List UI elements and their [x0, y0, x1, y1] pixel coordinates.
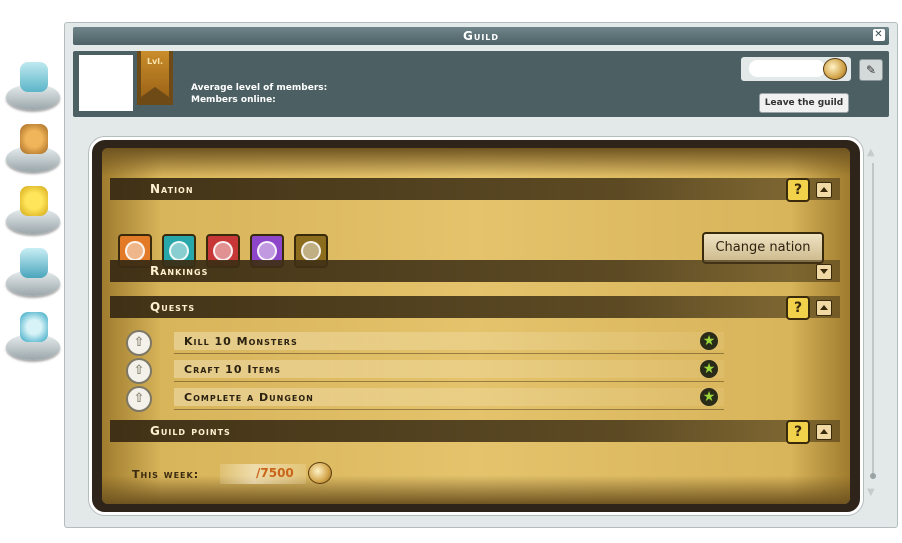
members-online-label: Members online:: [191, 95, 276, 105]
this-week-value: /7500: [256, 466, 294, 480]
haven-world-icon: [20, 312, 48, 342]
parchment-background: Nation ? Change nation Rankings Quests ?…: [102, 148, 850, 504]
scroll-up-icon[interactable]: ▲: [867, 147, 879, 159]
level-label: Lvl.: [146, 57, 164, 66]
guild-emblem: [79, 55, 133, 111]
quest-name: Kill 10 Monsters: [184, 335, 298, 348]
close-icon[interactable]: ✕: [873, 29, 885, 41]
side-tab-haven[interactable]: [4, 306, 64, 364]
guild-emblem-icon: [20, 248, 48, 278]
members-icon: [20, 124, 48, 154]
rankings-expand-icon[interactable]: [816, 264, 832, 280]
nation-collapse-icon[interactable]: [816, 182, 832, 198]
star-icon: ★: [700, 360, 718, 378]
pencil-icon[interactable]: ✎: [859, 59, 883, 81]
quests-help-icon[interactable]: ?: [786, 296, 810, 320]
quest-row[interactable]: ⇧ Craft 10 Items ★: [126, 358, 726, 384]
side-tab-members[interactable]: [4, 118, 64, 176]
guild-points-title: Guild points: [150, 424, 231, 438]
star-icon: ★: [700, 388, 718, 406]
stars-icon: [20, 186, 48, 216]
quest-name: Craft 10 Items: [184, 363, 282, 376]
points-field: [749, 60, 825, 77]
quests-collapse-icon[interactable]: [816, 300, 832, 316]
level-banner: Lvl.: [137, 51, 173, 105]
quest-arrow-icon[interactable]: ⇧: [126, 330, 152, 356]
nation-help-icon[interactable]: ?: [786, 178, 810, 202]
guild-points-collapse-icon[interactable]: [816, 424, 832, 440]
scroll-down-icon[interactable]: ▼: [867, 487, 879, 499]
guild-points-section-header[interactable]: Guild points: [110, 420, 840, 442]
guild-window: Guild ✕ Lvl. Average level of members: M…: [64, 22, 898, 528]
scroll-track[interactable]: [872, 163, 874, 479]
coin-icon: [308, 462, 332, 484]
guild-panel: Nation ? Change nation Rankings Quests ?…: [89, 137, 863, 515]
average-level-label: Average level of members:: [191, 83, 328, 93]
this-week-label: This week:: [132, 468, 200, 481]
title-bar: Guild ✕: [73, 27, 889, 45]
quest-row[interactable]: ⇧ Kill 10 Monsters ★: [126, 330, 726, 356]
quest-name: Complete a Dungeon: [184, 391, 314, 404]
side-tab-emblem[interactable]: [4, 242, 64, 300]
star-icon: ★: [700, 332, 718, 350]
side-tab-stars[interactable]: [4, 180, 64, 238]
guild-points-box: [741, 57, 851, 81]
quest-arrow-icon[interactable]: ⇧: [126, 358, 152, 384]
rankings-title: Rankings: [150, 264, 209, 278]
coin-icon: [823, 58, 847, 80]
side-tab-guild[interactable]: [4, 56, 64, 114]
scrollbar[interactable]: ▲ ▼: [865, 147, 881, 503]
quests-section-header[interactable]: Quests: [110, 296, 840, 318]
quest-row[interactable]: ⇧ Complete a Dungeon ★: [126, 386, 726, 412]
nation-section-header[interactable]: Nation: [110, 178, 840, 200]
window-title: Guild: [462, 29, 500, 43]
guild-header: Lvl. Average level of members: Members o…: [73, 51, 889, 117]
quests-title: Quests: [150, 300, 196, 314]
scroll-knob[interactable]: [870, 473, 876, 479]
guild-emblem-icon: [20, 62, 48, 92]
nation-title: Nation: [150, 182, 194, 196]
rankings-section-header[interactable]: Rankings: [110, 260, 840, 282]
guild-points-help-icon[interactable]: ?: [786, 420, 810, 444]
quest-arrow-icon[interactable]: ⇧: [126, 386, 152, 412]
leave-guild-button[interactable]: Leave the guild: [759, 93, 849, 113]
